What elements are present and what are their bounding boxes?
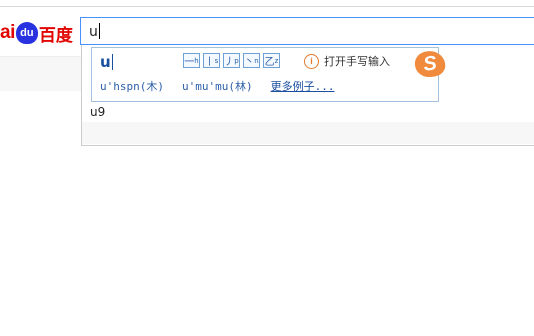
search-input-value: u — [89, 23, 100, 40]
stroke-buttons: 一h 丨s 丿p 丶n 乙z — [183, 53, 280, 68]
ime-composition: u — [100, 53, 113, 71]
stroke-dian-button[interactable]: 丶n — [243, 53, 260, 68]
stroke-pie-button[interactable]: 丿p — [223, 53, 240, 68]
search-input[interactable]: u — [80, 17, 534, 45]
suggestion-item-blank — [82, 122, 534, 144]
top-divider — [0, 6, 534, 7]
paw-icon: du — [15, 22, 38, 44]
stroke-heng-button[interactable]: 一h — [183, 53, 200, 68]
suggestion-dropdown: u 一h 丨s 丿p 丶n 乙z i 打开手写输入 S u'hspn(木) u'… — [81, 45, 534, 146]
baidu-logo[interactable]: ai du 百度 — [0, 20, 73, 46]
handwriting-label: 打开手写输入 — [324, 55, 390, 68]
stroke-zhe-button[interactable]: 乙z — [263, 53, 280, 68]
stroke-shu-button[interactable]: 丨s — [203, 53, 220, 68]
ime-examples: u'hspn(木) u'mu'mu(林) 更多例子... — [100, 78, 334, 94]
text-caret — [98, 23, 100, 39]
suggestion-item[interactable]: u9 — [82, 102, 534, 122]
handwriting-input-link[interactable]: i 打开手写输入 — [304, 53, 390, 69]
logo-text-ai: ai — [0, 22, 15, 43]
ime-candidate-panel: u 一h 丨s 丿p 丶n 乙z i 打开手写输入 S u'hspn(木) u'… — [91, 47, 447, 102]
info-icon: i — [304, 53, 319, 69]
example-1: u'hspn(木) — [100, 80, 164, 93]
example-2: u'mu'mu(林) — [181, 80, 253, 93]
sogou-logo-icon: S — [413, 49, 447, 79]
logo-text-cn: 百度 — [38, 25, 73, 46]
more-examples-link[interactable]: 更多例子... — [271, 78, 335, 94]
